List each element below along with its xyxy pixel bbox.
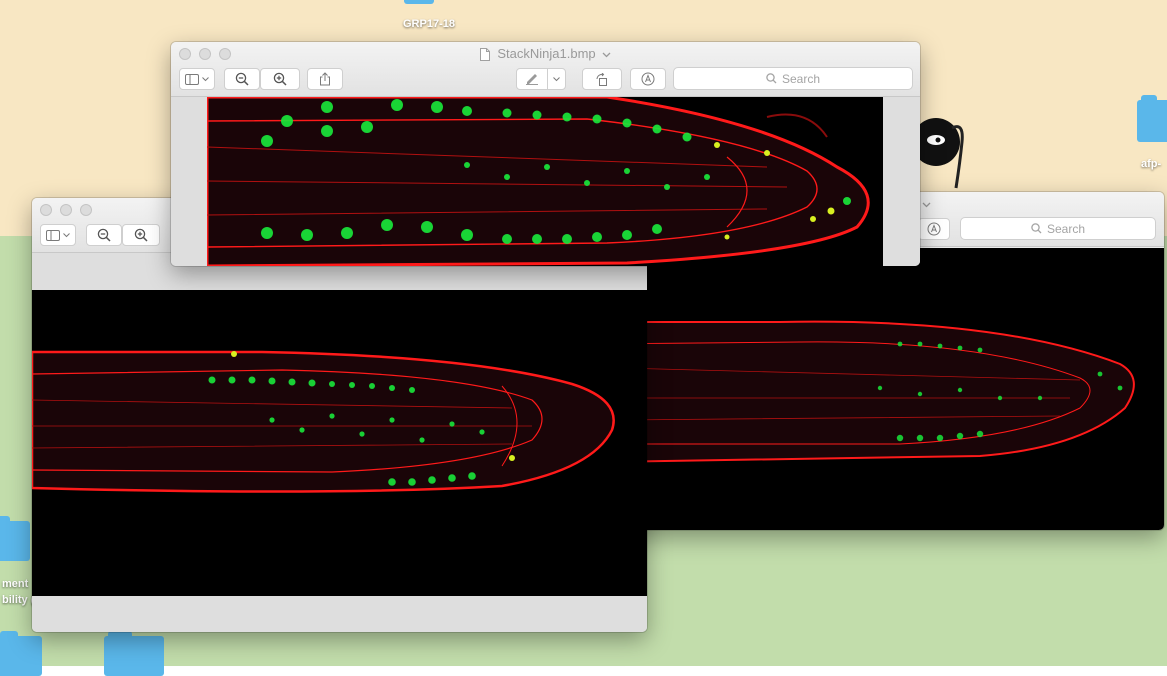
sidebar-icon <box>185 73 199 85</box>
markup-button[interactable] <box>516 68 548 90</box>
folder-icon[interactable] <box>404 0 434 4</box>
chevron-down-icon <box>553 76 560 81</box>
chevron-down-icon <box>202 76 209 81</box>
zoom-out-icon <box>97 228 111 242</box>
folder-icon[interactable] <box>1137 95 1167 142</box>
share-button[interactable] <box>307 68 343 90</box>
folder-label[interactable]: afp- <box>1141 158 1161 170</box>
zoom-in-icon <box>134 228 148 242</box>
microscopy-image <box>32 290 647 596</box>
close-button[interactable] <box>40 204 52 216</box>
annotate-icon <box>927 222 941 236</box>
titlebar[interactable]: StackNinja1.bmp Search <box>171 42 920 97</box>
annotate-button[interactable] <box>630 68 666 90</box>
minimize-button[interactable] <box>60 204 72 216</box>
rotate-button[interactable] <box>582 68 622 90</box>
search-placeholder: Search <box>1046 221 1086 236</box>
folder-label[interactable]: GRP17-18 <box>403 18 455 30</box>
search-icon <box>766 73 777 84</box>
chevron-down-icon[interactable] <box>922 202 931 208</box>
window-title-text: StackNinja1.bmp <box>497 46 596 61</box>
chevron-down-icon[interactable] <box>602 52 611 58</box>
zoom-button[interactable] <box>80 204 92 216</box>
markup-menu-button[interactable] <box>547 68 566 90</box>
window-title[interactable]: StackNinja1.bmp <box>171 46 920 62</box>
folder-icon[interactable] <box>104 631 164 676</box>
document-icon <box>479 48 490 62</box>
zoom-in-icon <box>273 72 287 86</box>
zoom-in-button[interactable] <box>260 68 300 90</box>
search-input[interactable]: Search <box>960 217 1156 240</box>
markup-pen-icon <box>526 74 538 85</box>
bomb-icon[interactable] <box>912 112 968 192</box>
search-input[interactable]: Search <box>673 67 913 90</box>
share-icon <box>320 72 330 86</box>
annotate-button[interactable] <box>918 218 950 240</box>
search-icon <box>1031 223 1042 234</box>
sidebar-button[interactable] <box>179 68 215 90</box>
rotate-icon <box>596 72 607 86</box>
microscopy-image <box>207 97 883 266</box>
zoom-out-button[interactable] <box>224 68 260 90</box>
search-placeholder: Search <box>781 71 821 86</box>
zoom-in-button[interactable] <box>122 224 160 246</box>
annotate-icon <box>641 72 655 86</box>
microscopy-image <box>600 248 1164 530</box>
zoom-out-button[interactable] <box>86 224 122 246</box>
preview-window-front[interactable]: StackNinja1.bmp Search <box>171 42 920 266</box>
folder-label-line2[interactable]: bility ( <box>2 594 34 606</box>
folder-label-line1[interactable]: ment <box>2 578 28 590</box>
sidebar-button[interactable] <box>40 224 76 246</box>
folder-icon[interactable] <box>0 516 30 561</box>
chevron-down-icon <box>63 232 70 237</box>
folder-icon[interactable] <box>0 631 42 676</box>
zoom-out-icon <box>235 72 249 86</box>
sidebar-icon <box>46 229 60 241</box>
